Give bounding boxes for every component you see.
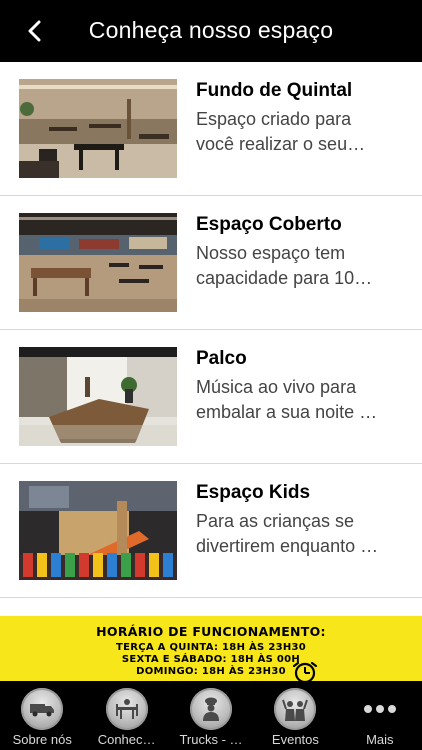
tab-label: Eventos (271, 732, 319, 747)
dining-table-icon (105, 688, 148, 730)
tab-label: Trucks - … (179, 732, 243, 747)
item-description: Nosso espaço tem capacidade para 10… (196, 243, 373, 288)
item-title: Fundo de Quintal (196, 80, 353, 101)
tab-trucks[interactable]: Trucks - … (169, 681, 253, 750)
chef-icon (190, 688, 233, 730)
tab-eventos[interactable]: Eventos (253, 681, 337, 750)
item-title: Espaço Coberto (196, 214, 342, 235)
bottom-tab-bar: Sobre nós Conhec… Trucks - … Eventos Mai… (0, 681, 422, 750)
banner-title: HORÁRIO DE FUNCIONAMENTO: (96, 624, 326, 639)
people-celebrating-icon (274, 688, 317, 730)
tab-mais[interactable]: Mais (338, 681, 422, 750)
thumbnail-image (19, 79, 177, 178)
tab-label: Conhec… (97, 732, 156, 747)
thumbnail-image (19, 213, 177, 312)
item-description: Espaço criado para você realizar o seu… (196, 109, 366, 154)
thumbnail-image (19, 347, 177, 446)
tab-conheca[interactable]: Conhec… (84, 681, 168, 750)
tab-sobre-nos[interactable]: Sobre nós (0, 681, 84, 750)
item-title: Palco (196, 348, 247, 369)
item-description: Para as crianças se divertirem enquanto … (196, 511, 379, 556)
list-item-espaco-kids[interactable]: Espaço Kids Para as crianças se divertir… (0, 464, 422, 598)
more-dots-icon (363, 688, 396, 730)
hours-line: TERÇA A QUINTA: 18H ÀS 23H30 (115, 642, 307, 653)
thumbnail-image (19, 481, 177, 580)
page-title: Conheça nosso espaço (88, 17, 334, 43)
list-item-fundo-de-quintal[interactable]: Fundo de Quintal Espaço criado para você… (0, 62, 422, 196)
truck-icon (21, 688, 64, 730)
opening-hours-banner: HORÁRIO DE FUNCIONAMENTO: TERÇA A QUINTA… (0, 616, 422, 684)
list-item-palco[interactable]: Palco Música ao vivo para embalar a sua … (0, 330, 422, 464)
hours-line: SEXTA E SÁBADO: 18H ÀS 00H (121, 654, 301, 665)
space-list: Fundo de Quintal Espaço criado para você… (0, 62, 422, 616)
list-item-espaco-coberto[interactable]: Espaço Coberto Nosso espaço tem capacida… (0, 196, 422, 330)
hours-line: DOMINGO: 18H ÀS 23H30 (136, 666, 286, 677)
item-title: Espaço Kids (196, 482, 311, 503)
tab-label: Mais (366, 732, 394, 747)
tab-label: Sobre nós (12, 732, 72, 747)
item-description: Música ao vivo para embalar a sua noite … (196, 377, 378, 422)
nav-header: Conheça nosso espaço (0, 0, 422, 62)
